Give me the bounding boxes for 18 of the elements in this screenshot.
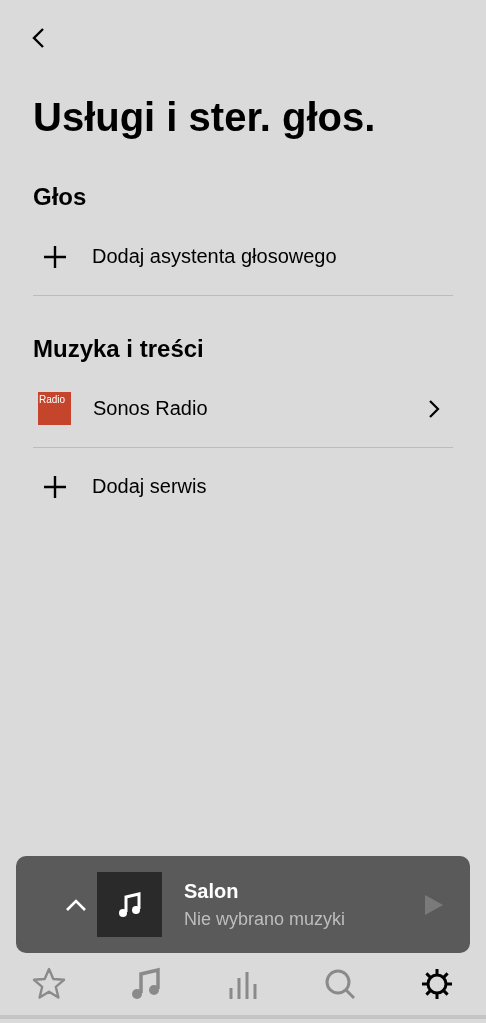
plus-icon xyxy=(43,244,67,269)
list-item[interactable]: Dodaj serwis xyxy=(33,448,453,525)
play-button[interactable] xyxy=(424,893,444,916)
settings-tab[interactable] xyxy=(419,966,455,1002)
section-title: Głos xyxy=(33,182,88,212)
plus-icon xyxy=(43,474,67,499)
section-title: Muzyka i treści xyxy=(33,334,205,364)
list-item[interactable]: Radio Sonos Radio xyxy=(33,370,453,448)
page-title: Usługi i ster. głos. xyxy=(33,94,377,140)
music-note-icon xyxy=(117,891,142,918)
list-item[interactable]: Dodaj asystenta głosowego xyxy=(33,218,453,296)
now-playing-bar[interactable]: Salon Nie wybrano muzyki xyxy=(16,856,470,953)
room-name: Salon xyxy=(184,879,240,903)
playback-status: Nie wybrano muzyki xyxy=(184,908,347,930)
favorites-tab[interactable] xyxy=(31,966,67,1002)
radio-logo: Radio xyxy=(38,392,71,425)
play-icon xyxy=(424,893,444,916)
chevron-right-icon xyxy=(427,397,441,420)
